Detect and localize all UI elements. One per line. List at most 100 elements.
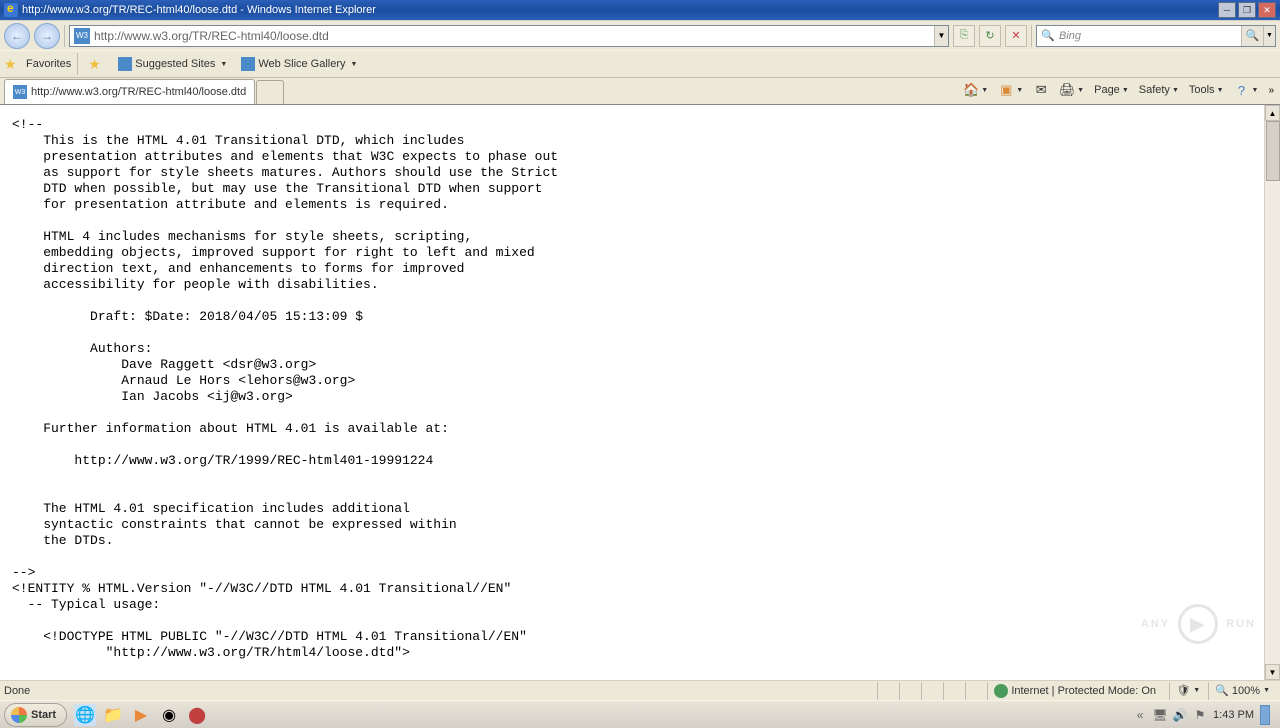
tab-active[interactable]: W3 http://www.w3.org/TR/REC-html40/loose…	[4, 79, 255, 104]
stop-button[interactable]: ✕	[1005, 25, 1027, 47]
tab-title: http://www.w3.org/TR/REC-html40/loose.dt…	[31, 86, 246, 98]
read-mail-button[interactable]: ✉	[1029, 80, 1053, 100]
window-controls: ─ ❐ ✕	[1218, 2, 1276, 18]
separator	[1031, 25, 1032, 47]
chevron-down-icon: ▼	[1016, 87, 1023, 94]
tray-volume-icon[interactable]: 🔊	[1173, 708, 1187, 722]
print-button[interactable]: 🖨▼	[1055, 80, 1088, 100]
home-icon: 🏠	[963, 82, 979, 98]
url-text: http://www.w3.org/TR/REC-html40/loose.dt…	[94, 29, 934, 43]
favorites-bar: ★ Favorites ★ Suggested Sites ▼ Web Slic…	[0, 50, 1280, 78]
home-button[interactable]: 🏠▼	[959, 80, 992, 100]
status-cell	[921, 682, 941, 700]
taskbar-media-icon[interactable]: ▶	[130, 704, 152, 726]
chevron-down-icon: ▼	[1263, 687, 1270, 694]
clock[interactable]: 1:43 PM	[1213, 709, 1254, 721]
watermark: ANY RUN	[1141, 604, 1256, 644]
ie-page-icon	[241, 57, 255, 71]
web-slice-gallery[interactable]: Web Slice Gallery ▼	[237, 55, 361, 73]
status-cell	[877, 682, 897, 700]
start-button[interactable]: Start	[4, 703, 67, 727]
status-bar: Done Internet | Protected Mode: On 🛡▼ 🔍1…	[0, 680, 1280, 700]
window-title: http://www.w3.org/TR/REC-html40/loose.dt…	[22, 4, 1218, 16]
search-bar[interactable]: 🔍 Bing 🔍 ▼	[1036, 25, 1276, 47]
page-label: Page	[1094, 84, 1120, 96]
command-bar: 🏠▼ ▣▼ ✉ 🖨▼ Page▼ Safety▼ Tools▼ ?▼ »	[959, 80, 1274, 100]
tools-menu[interactable]: Tools▼	[1185, 82, 1228, 98]
tray-chevron-icon[interactable]: «	[1133, 708, 1147, 722]
safety-menu[interactable]: Safety▼	[1135, 82, 1183, 98]
forward-button[interactable]: →	[34, 23, 60, 49]
help-icon: ?	[1234, 82, 1250, 98]
tray-flag-icon[interactable]: ⚑	[1193, 708, 1207, 722]
taskbar: Start 🌐 📁 ▶ ◉ ⬤ « 🖥 🔊 ⚑ 1:43 PM	[0, 700, 1280, 728]
scroll-up-button[interactable]: ▲	[1265, 105, 1280, 121]
start-label: Start	[31, 709, 56, 721]
search-dropdown[interactable]: ▼	[1263, 26, 1275, 46]
status-cell	[899, 682, 919, 700]
security-zone[interactable]: Internet | Protected Mode: On	[987, 682, 1167, 700]
help-button[interactable]: ?▼	[1230, 80, 1263, 100]
mail-icon: ✉	[1033, 82, 1049, 98]
content-area: <!-- This is the HTML 4.01 Transitional …	[0, 104, 1280, 680]
separator	[64, 25, 65, 47]
zoom-control[interactable]: 🔍100%▼	[1208, 682, 1276, 700]
page-menu[interactable]: Page▼	[1090, 82, 1133, 98]
status-cell	[943, 682, 963, 700]
suggested-sites-label: Suggested Sites	[135, 58, 215, 70]
rss-icon: ▣	[998, 82, 1014, 98]
chevron-down-icon: ▼	[1217, 87, 1224, 94]
watermark-text1: ANY	[1141, 618, 1170, 630]
chevron-down-icon: ▼	[1122, 87, 1129, 94]
scroll-thumb[interactable]	[1266, 121, 1280, 181]
taskbar-explorer-icon[interactable]: 📁	[102, 704, 124, 726]
search-placeholder: Bing	[1059, 30, 1241, 42]
new-tab-button[interactable]	[256, 80, 284, 104]
tray-network-icon[interactable]: 🖥	[1153, 708, 1167, 722]
chevron-right-icon[interactable]: »	[1268, 85, 1274, 96]
web-slice-label: Web Slice Gallery	[258, 58, 345, 70]
vertical-scrollbar[interactable]: ▲ ▼	[1264, 105, 1280, 680]
address-dropdown[interactable]: ▼	[934, 26, 948, 46]
protected-mode-button[interactable]: 🛡▼	[1169, 682, 1206, 700]
back-button[interactable]: ←	[4, 23, 30, 49]
search-provider-icon: 🔍	[1041, 29, 1055, 43]
close-button[interactable]: ✕	[1258, 2, 1276, 18]
chevron-down-icon: ▼	[220, 61, 227, 68]
chevron-down-icon: ▼	[981, 87, 988, 94]
tools-label: Tools	[1189, 84, 1215, 96]
favorites-label[interactable]: Favorites	[26, 58, 71, 70]
feeds-button[interactable]: ▣▼	[994, 80, 1027, 100]
status-text: Done	[4, 685, 875, 697]
refresh-button[interactable]: ↻	[979, 25, 1001, 47]
chevron-down-icon: ▼	[1193, 687, 1200, 694]
favorites-star-icon[interactable]: ★	[4, 56, 20, 72]
document-text: <!-- This is the HTML 4.01 Transitional …	[0, 105, 1280, 673]
search-button[interactable]: 🔍	[1241, 26, 1263, 46]
zoom-value: 100%	[1232, 685, 1260, 697]
chevron-down-icon: ▼	[1077, 87, 1084, 94]
add-to-favorites-bar[interactable]: ★	[84, 54, 108, 74]
ie-page-icon	[118, 57, 132, 71]
windows-logo-icon	[11, 707, 27, 723]
chevron-down-icon: ▼	[1172, 87, 1179, 94]
navigation-bar: ← → W3 http://www.w3.org/TR/REC-html40/l…	[0, 20, 1280, 50]
safety-label: Safety	[1139, 84, 1170, 96]
address-bar[interactable]: W3 http://www.w3.org/TR/REC-html40/loose…	[69, 25, 949, 47]
suggested-sites[interactable]: Suggested Sites ▼	[114, 55, 231, 73]
scroll-down-button[interactable]: ▼	[1265, 664, 1280, 680]
show-desktop-button[interactable]	[1260, 705, 1270, 725]
status-cell	[965, 682, 985, 700]
minimize-button[interactable]: ─	[1218, 2, 1236, 18]
taskbar-ie-icon[interactable]: 🌐	[74, 704, 96, 726]
tab-favicon: W3	[13, 85, 27, 99]
watermark-text2: RUN	[1226, 618, 1256, 630]
separator	[77, 53, 78, 75]
taskbar-chrome-icon[interactable]: ◉	[158, 704, 180, 726]
maximize-button[interactable]: ❐	[1238, 2, 1256, 18]
globe-icon	[994, 684, 1008, 698]
add-star-icon: ★	[88, 56, 104, 72]
compat-view-button[interactable]: ⎘	[953, 25, 975, 47]
window-titlebar: http://www.w3.org/TR/REC-html40/loose.dt…	[0, 0, 1280, 20]
taskbar-app-icon[interactable]: ⬤	[186, 704, 208, 726]
